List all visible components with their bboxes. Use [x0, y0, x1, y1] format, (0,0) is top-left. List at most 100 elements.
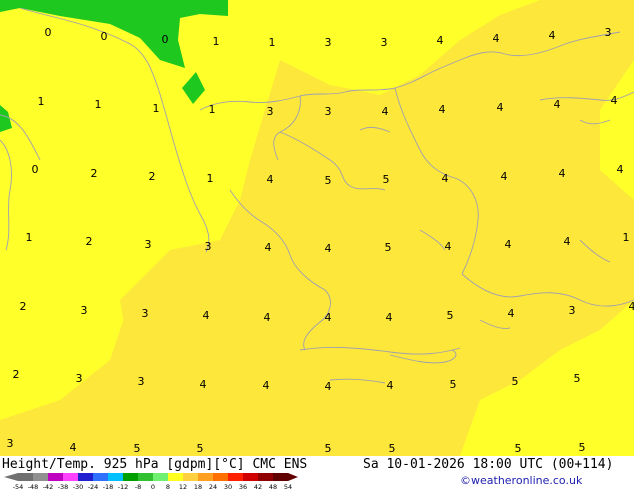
temperature-label: 3 — [7, 437, 14, 450]
temperature-label: 5 — [134, 442, 141, 455]
color-legend-label: -18 — [103, 483, 114, 490]
color-legend-swatch — [213, 473, 229, 481]
temperature-label: 4 — [497, 101, 504, 114]
color-legend-label: 0 — [151, 483, 155, 490]
temperature-label: 4 — [265, 241, 272, 254]
temperature-label: 0 — [101, 30, 108, 43]
color-legend-swatch — [123, 473, 139, 481]
color-legend-label: -54 — [13, 483, 24, 490]
color-legend-label: -48 — [28, 483, 39, 490]
color-legend-swatch — [48, 473, 64, 481]
map-title: Height/Temp. 925 hPa [gdpm][°C] CMC ENS — [2, 457, 308, 472]
color-legend-label: 42 — [254, 483, 262, 490]
color-legend-label: -42 — [43, 483, 54, 490]
temperature-label: 3 — [138, 375, 145, 388]
temperature-label: 4 — [564, 235, 571, 248]
color-legend-swatch — [78, 473, 94, 481]
credit-link[interactable]: ©weatheronline.co.uk — [460, 474, 582, 487]
color-legend-swatch — [33, 473, 49, 481]
color-legend-label: 54 — [284, 483, 292, 490]
temperature-label: 3 — [76, 372, 83, 385]
temperature-label: 3 — [267, 105, 274, 118]
temperature-label: 4 — [508, 307, 515, 320]
temperature-label: 3 — [381, 36, 388, 49]
color-legend-swatch — [198, 473, 214, 481]
temperature-label: 4 — [554, 98, 561, 111]
temperature-label: 3 — [605, 26, 612, 39]
temperature-label: 1 — [213, 35, 220, 48]
temperature-label: 4 — [505, 238, 512, 251]
temperature-label: 4 — [549, 29, 556, 42]
temperature-label: 4 — [203, 309, 210, 322]
color-legend-left-arrow — [4, 473, 18, 481]
temperature-label: 0 — [162, 33, 169, 46]
temperature-label: 5 — [574, 372, 581, 385]
temperature-label: 1 — [153, 102, 160, 115]
temperature-label: 3 — [325, 36, 332, 49]
color-legend-label: -38 — [58, 483, 69, 490]
color-legend-label: 18 — [194, 483, 202, 490]
temperature-label: 1 — [269, 36, 276, 49]
temperature-label: 3 — [142, 307, 149, 320]
color-legend-swatch — [18, 473, 34, 481]
temperature-label: 4 — [559, 167, 566, 180]
temperature-label: 2 — [13, 368, 20, 381]
color-legend-label: 48 — [269, 483, 277, 490]
temperature-label: 4 — [437, 34, 444, 47]
color-legend-right-arrow — [288, 473, 298, 481]
temperature-label: 4 — [387, 379, 394, 392]
temperature-label: 4 — [325, 380, 332, 393]
color-legend-label: 24 — [209, 483, 217, 490]
color-legend-swatch — [108, 473, 124, 481]
temperature-label: 4 — [501, 170, 508, 183]
temperature-label: 5 — [197, 442, 204, 455]
temperature-label: 5 — [512, 375, 519, 388]
color-legend-swatch — [273, 473, 289, 481]
temperature-label: 1 — [95, 98, 102, 111]
color-legend-swatch — [228, 473, 244, 481]
temperature-label: 4 — [264, 311, 271, 324]
temperature-label: 4 — [263, 379, 270, 392]
color-legend-swatch — [93, 473, 109, 481]
color-legend-swatch — [243, 473, 259, 481]
color-legend-label: -12 — [118, 483, 129, 490]
color-legend-swatch — [153, 473, 169, 481]
color-legend-swatch — [258, 473, 274, 481]
temperature-label: 3 — [145, 238, 152, 251]
temperature-label: 1 — [623, 231, 630, 244]
temperature-label: 1 — [207, 172, 214, 185]
temperature-label: 4 — [493, 32, 500, 45]
color-legend-label: 36 — [239, 483, 247, 490]
map-datetime: Sa 10-01-2026 18:00 UTC (00+114) — [363, 457, 614, 472]
temperature-label: 2 — [149, 170, 156, 183]
temperature-label: 5 — [447, 309, 454, 322]
temperature-label: 4 — [445, 240, 452, 253]
temperature-label: 5 — [325, 442, 332, 455]
color-legend-label: -8 — [135, 483, 141, 490]
temperature-label: 0 — [45, 26, 52, 39]
color-legend-label: -24 — [88, 483, 99, 490]
temperature-label: 5 — [383, 173, 390, 186]
temperature-label: 5 — [515, 442, 522, 455]
temperature-label: 5 — [325, 174, 332, 187]
temperature-label: 4 — [617, 163, 624, 176]
temperature-label: 2 — [20, 300, 27, 313]
temperature-label: 3 — [205, 240, 212, 253]
temperature-label: 1 — [26, 231, 33, 244]
temperature-label: 4 — [629, 300, 634, 313]
color-legend-swatch — [168, 473, 184, 481]
temperature-label: 4 — [386, 311, 393, 324]
temperature-label: 4 — [200, 378, 207, 391]
color-legend-swatch — [183, 473, 199, 481]
temperature-label: 1 — [209, 103, 216, 116]
temperature-label: 4 — [70, 441, 77, 454]
temperature-label: 4 — [439, 103, 446, 116]
color-legend-labels: -54 -48 -42 -38 -30 -24 -18 -12 -8 0 8 12 18 24 30 36 42… — [13, 483, 292, 490]
temperature-label: 2 — [91, 167, 98, 180]
temperature-label: 3 — [569, 304, 576, 317]
color-legend-label: 12 — [179, 483, 187, 490]
color-legend-swatches — [4, 473, 298, 481]
temperature-label: 4 — [325, 242, 332, 255]
temperature-label: 4 — [611, 94, 618, 107]
temperature-label: 4 — [325, 311, 332, 324]
